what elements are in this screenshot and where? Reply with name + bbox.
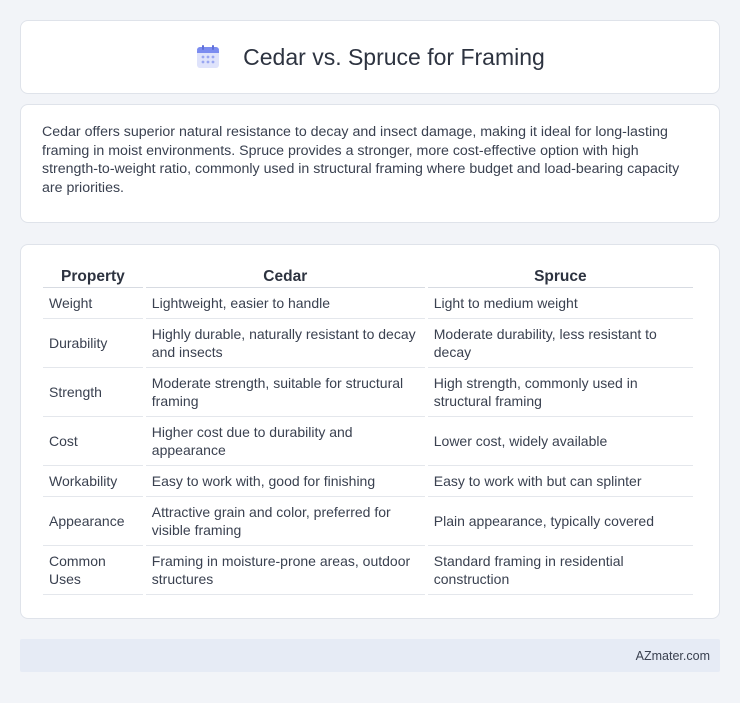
cedar-cell: Framing in moisture-prone areas, outdoor… — [145, 546, 425, 595]
comparison-table-card: Property Cedar Spruce Weight Lightweight… — [20, 244, 720, 619]
spruce-cell: Lower cost, widely available — [427, 417, 693, 466]
table-header-row: Property Cedar Spruce — [43, 265, 693, 288]
summary-text: Cedar offers superior natural resistance… — [42, 124, 680, 196]
property-cell: Common Uses — [43, 546, 143, 595]
comparison-table: Property Cedar Spruce Weight Lightweight… — [40, 265, 696, 595]
title-card: Cedar vs. Spruce for Framing — [20, 20, 720, 94]
cedar-cell: Attractive grain and color, preferred fo… — [145, 497, 425, 546]
table-row: Strength Moderate strength, suitable for… — [43, 368, 693, 417]
header-cedar: Cedar — [145, 265, 425, 288]
property-cell: Strength — [43, 368, 143, 417]
cedar-cell: Moderate strength, suitable for structur… — [145, 368, 425, 417]
cedar-cell: Lightweight, easier to handle — [145, 288, 425, 319]
property-cell: Workability — [43, 466, 143, 497]
property-cell: Appearance — [43, 497, 143, 546]
table-row: Common Uses Framing in moisture-prone ar… — [43, 546, 693, 595]
summary-card: Cedar offers superior natural resistance… — [20, 104, 720, 223]
table-row: Durability Highly durable, naturally res… — [43, 319, 693, 368]
table-row: Appearance Attractive grain and color, p… — [43, 497, 693, 546]
spruce-cell: Moderate durability, less resistant to d… — [427, 319, 693, 368]
property-cell: Weight — [43, 288, 143, 319]
spruce-cell: Plain appearance, typically covered — [427, 497, 693, 546]
header-property: Property — [43, 265, 143, 288]
spruce-cell: Light to medium weight — [427, 288, 693, 319]
property-cell: Cost — [43, 417, 143, 466]
cedar-cell: Higher cost due to durability and appear… — [145, 417, 425, 466]
spruce-cell: Standard framing in residential construc… — [427, 546, 693, 595]
table-row: Workability Easy to work with, good for … — [43, 466, 693, 497]
table-row: Weight Lightweight, easier to handle Lig… — [43, 288, 693, 319]
footer-bar: AZmater.com — [20, 639, 720, 672]
cedar-cell: Highly durable, naturally resistant to d… — [145, 319, 425, 368]
calendar-icon — [195, 44, 221, 70]
property-cell: Durability — [43, 319, 143, 368]
table-row: Cost Higher cost due to durability and a… — [43, 417, 693, 466]
cedar-cell: Easy to work with, good for finishing — [145, 466, 425, 497]
spruce-cell: High strength, commonly used in structur… — [427, 368, 693, 417]
page-title: Cedar vs. Spruce for Framing — [243, 43, 545, 70]
header-spruce: Spruce — [427, 265, 693, 288]
spruce-cell: Easy to work with but can splinter — [427, 466, 693, 497]
footer-site-link[interactable]: AZmater.com — [636, 649, 710, 663]
